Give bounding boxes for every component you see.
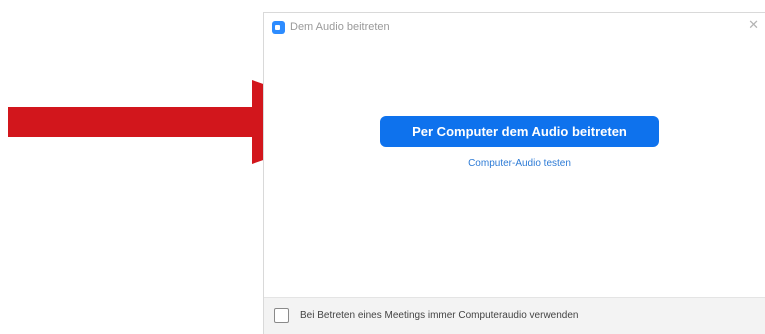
zoom-app-icon xyxy=(272,21,285,34)
join-computer-audio-button[interactable]: Per Computer dem Audio beitreten xyxy=(380,116,659,147)
test-computer-audio-link[interactable]: Computer-Audio testen xyxy=(380,158,659,169)
dialog-titlebar: Dem Audio beitreten ✕ xyxy=(264,13,765,43)
screenshot-canvas: Dem Audio beitreten ✕ Per Computer dem A… xyxy=(0,0,765,334)
dialog-footer: Bei Betreten eines Meetings immer Comput… xyxy=(264,297,765,334)
always-use-computer-audio-label[interactable]: Bei Betreten eines Meetings immer Comput… xyxy=(300,310,578,321)
close-icon[interactable]: ✕ xyxy=(748,18,759,31)
always-use-computer-audio-checkbox[interactable] xyxy=(274,308,289,323)
dialog-title: Dem Audio beitreten xyxy=(290,21,390,33)
join-audio-dialog: Dem Audio beitreten ✕ Per Computer dem A… xyxy=(263,12,765,334)
